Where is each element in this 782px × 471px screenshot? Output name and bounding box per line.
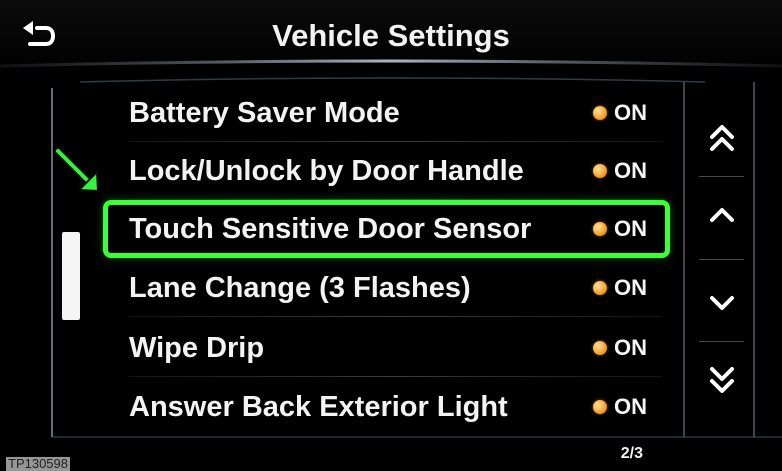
settings-list: Battery Saver Mode ON Lock/Unlock by Doo… — [99, 86, 672, 442]
setting-status: ON — [593, 331, 647, 365]
setting-value: ON — [614, 100, 647, 125]
setting-row-wipe-drip[interactable]: Wipe Drip ON — [99, 321, 672, 377]
nav-divider — [699, 341, 744, 342]
setting-row-touch-sensitive-door-sensor[interactable]: Touch Sensitive Door Sensor ON — [99, 202, 672, 258]
setting-label: Wipe Drip — [129, 332, 265, 364]
page-down-button[interactable] — [692, 350, 752, 410]
status-dot-icon — [593, 106, 607, 120]
row-divider — [129, 199, 662, 200]
setting-status: ON — [593, 271, 647, 305]
status-dot-icon — [593, 341, 607, 355]
chevron-down-icon — [710, 296, 734, 310]
setting-label: Lane Change (3 Flashes) — [129, 272, 471, 304]
scroll-up-button[interactable] — [692, 184, 752, 244]
setting-status: ON — [593, 96, 647, 130]
page-up-button[interactable] — [692, 108, 752, 168]
status-dot-icon — [593, 222, 607, 236]
double-chevron-up-icon — [710, 125, 734, 151]
back-button[interactable] — [10, 16, 66, 56]
status-dot-icon — [593, 400, 607, 414]
setting-value: ON — [614, 158, 647, 183]
scroll-navigation — [692, 88, 752, 438]
setting-value: ON — [614, 216, 647, 241]
back-icon — [23, 21, 56, 46]
setting-value: ON — [614, 335, 647, 360]
setting-row-battery-saver-mode[interactable]: Battery Saver Mode ON — [99, 86, 672, 142]
page-indicator: 2/3 — [620, 445, 643, 462]
status-dot-icon — [593, 281, 607, 295]
setting-value: ON — [614, 394, 647, 419]
setting-row-lock-unlock-by-door-handle[interactable]: Lock/Unlock by Door Handle ON — [99, 144, 672, 200]
row-divider — [129, 376, 662, 377]
nav-divider — [699, 176, 744, 177]
chevron-up-icon — [710, 208, 734, 222]
document-watermark: TP130598 — [6, 456, 70, 471]
setting-row-answer-back-exterior-light[interactable]: Answer Back Exterior Light ON — [99, 380, 672, 436]
setting-label: Answer Back Exterior Light — [129, 391, 508, 423]
setting-label: Battery Saver Mode — [129, 97, 400, 129]
setting-label: Touch Sensitive Door Sensor — [129, 213, 532, 245]
vehicle-settings-screen: Vehicle Settings Battery Saver Mode ON L… — [0, 0, 782, 471]
setting-status: ON — [593, 212, 647, 246]
row-divider — [129, 316, 662, 317]
page-title: Vehicle Settings — [272, 18, 510, 53]
status-dot-icon — [593, 164, 607, 178]
setting-status: ON — [593, 390, 647, 424]
row-divider — [129, 141, 662, 142]
scroll-down-button[interactable] — [692, 274, 752, 334]
row-divider — [129, 257, 662, 258]
setting-row-lane-change[interactable]: Lane Change (3 Flashes) ON — [99, 261, 672, 317]
nav-divider — [699, 259, 744, 260]
setting-value: ON — [614, 275, 647, 300]
setting-label: Lock/Unlock by Door Handle — [129, 155, 524, 187]
scroll-indicator[interactable] — [62, 232, 80, 320]
setting-status: ON — [593, 154, 647, 188]
double-chevron-down-icon — [710, 367, 734, 393]
